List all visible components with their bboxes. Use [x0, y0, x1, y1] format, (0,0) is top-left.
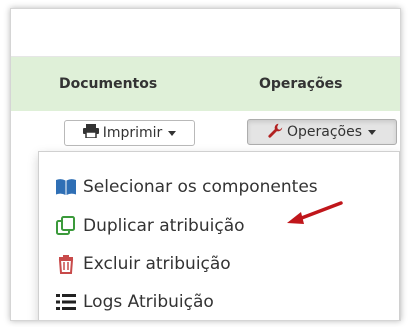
- operations-dropdown-button[interactable]: Operações: [247, 119, 397, 145]
- operations-dropdown-menu: Selecionar os componentes Duplicar atrib…: [38, 151, 400, 320]
- print-icon: [82, 124, 99, 142]
- menu-item-label: Selecionar os componentes: [83, 177, 318, 197]
- panel-top-area: [11, 9, 400, 55]
- wrench-icon: [268, 123, 283, 142]
- table-header-row: Documentos Operações: [11, 57, 400, 111]
- menu-item-label: Excluir atribuição: [83, 254, 231, 274]
- menu-item-logs[interactable]: Logs Atribuição: [55, 287, 214, 317]
- book-icon: [55, 176, 77, 198]
- column-header-documentos: Documentos: [59, 76, 158, 92]
- print-dropdown-button[interactable]: Imprimir: [64, 120, 195, 146]
- menu-item-label: Logs Atribuição: [83, 292, 214, 312]
- operations-button-label: Operações: [286, 124, 363, 140]
- list-icon: [55, 291, 77, 313]
- menu-item-delete-assignment[interactable]: Excluir atribuição: [55, 249, 231, 279]
- trash-icon: [55, 253, 77, 275]
- print-button-label: Imprimir: [102, 125, 163, 141]
- copy-icon: [55, 215, 77, 237]
- chevron-down-icon: [368, 129, 377, 135]
- menu-item-label: Duplicar atribuição: [83, 216, 245, 236]
- annotation-arrow-icon: [287, 201, 343, 224]
- menu-item-select-components[interactable]: Selecionar os componentes: [55, 172, 318, 202]
- table-panel: Documentos Operações Imprimir Operações: [10, 8, 401, 321]
- chevron-down-icon: [168, 130, 177, 136]
- menu-item-duplicate-assignment[interactable]: Duplicar atribuição: [55, 211, 245, 241]
- column-header-operacoes: Operações: [259, 76, 343, 92]
